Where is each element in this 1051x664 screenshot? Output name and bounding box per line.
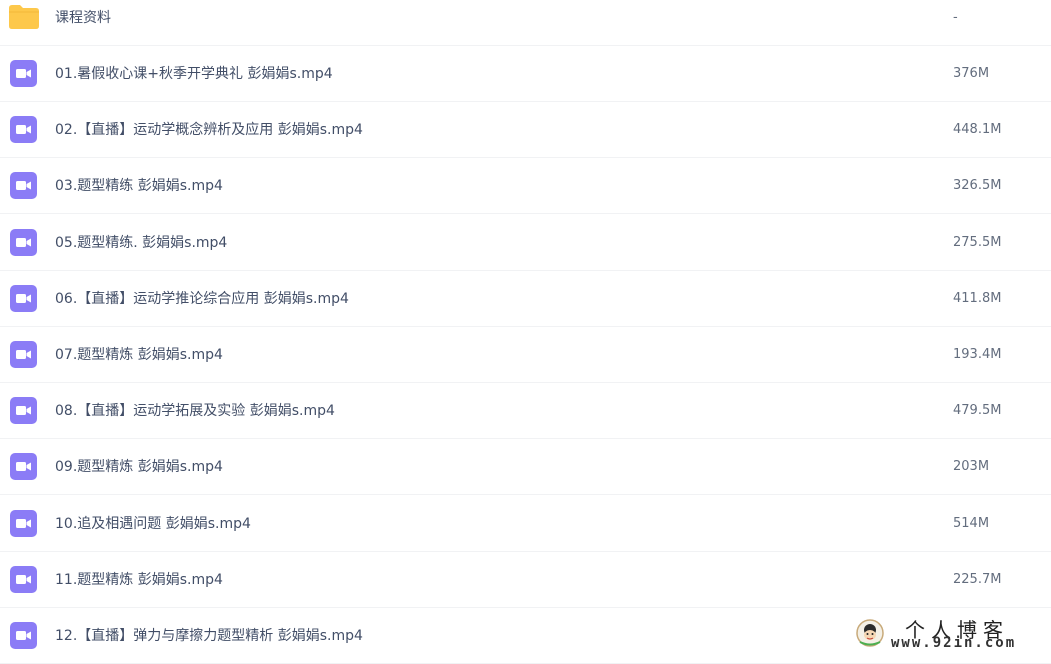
watermark: 个人博客 www.92in.com (847, 614, 1047, 654)
file-list: 课程资料 - 01.暑假收心课+秋季开学典礼 彭娟娟s.mp4376M02.【直… (0, 0, 1051, 656)
video-file-icon (10, 622, 37, 649)
video-file-icon (10, 397, 37, 424)
folder-icon (8, 4, 40, 30)
file-name: 06.【直播】运动学推论综合应用 彭娟娟s.mp4 (55, 271, 349, 327)
file-name: 01.暑假收心课+秋季开学典礼 彭娟娟s.mp4 (55, 46, 333, 102)
file-row[interactable]: 08.【直播】运动学拓展及实验 彭娟娟s.mp4 479.5M (0, 383, 1051, 439)
file-name: 10.追及相遇问题 彭娟娟s.mp4 (55, 496, 251, 552)
file-row[interactable]: 05.题型精练. 彭娟娟s.mp4 275.5M (0, 215, 1051, 271)
video-file-icon (10, 285, 37, 312)
file-size: 376M (953, 46, 989, 102)
file-size: 193.4M (953, 327, 1001, 383)
file-name: 08.【直播】运动学拓展及实验 彭娟娟s.mp4 (55, 383, 335, 439)
video-file-icon (10, 172, 37, 199)
file-size: 275.5M (953, 215, 1001, 271)
watermark-url: www.92in.com (891, 635, 1016, 651)
watermark-avatar-icon (855, 618, 885, 648)
file-name: 03.题型精练 彭娟娟s.mp4 (55, 158, 223, 214)
folder-name: 课程资料 (55, 0, 111, 46)
video-file-icon (10, 453, 37, 480)
file-size: 225.7M (953, 552, 1001, 608)
file-size: 203M (953, 439, 989, 495)
file-row[interactable]: 02.【直播】运动学概念辨析及应用 彭娟娟s.mp4 448.1M (0, 102, 1051, 158)
file-size: 514M (953, 496, 989, 552)
video-file-icon (10, 229, 37, 256)
file-size: 411.8M (953, 271, 1001, 327)
file-row[interactable]: 11.题型精炼 彭娟娟s.mp4 225.7M (0, 552, 1051, 608)
file-row[interactable]: 10.追及相遇问题 彭娟娟s.mp4 514M (0, 496, 1051, 552)
folder-row[interactable]: 课程资料 - (0, 0, 1051, 46)
file-row[interactable]: 01.暑假收心课+秋季开学典礼 彭娟娟s.mp4 376M (0, 46, 1051, 102)
file-name: 02.【直播】运动学概念辨析及应用 彭娟娟s.mp4 (55, 102, 363, 158)
file-row[interactable]: 07.题型精炼 彭娟娟s.mp4 193.4M (0, 327, 1051, 383)
file-name: 05.题型精练. 彭娟娟s.mp4 (55, 215, 227, 271)
video-file-icon (10, 566, 37, 593)
file-row[interactable]: 09.题型精炼 彭娟娟s.mp4 203M (0, 439, 1051, 495)
file-name: 07.题型精炼 彭娟娟s.mp4 (55, 327, 223, 383)
file-size: 448.1M (953, 102, 1001, 158)
file-size: 479.5M (953, 383, 1001, 439)
video-file-icon (10, 60, 37, 87)
file-name: 09.题型精炼 彭娟娟s.mp4 (55, 439, 223, 495)
video-file-icon (10, 510, 37, 537)
file-size: 326.5M (953, 158, 1001, 214)
folder-size: - (953, 0, 958, 46)
file-name: 11.题型精炼 彭娟娟s.mp4 (55, 552, 223, 608)
file-row[interactable]: 06.【直播】运动学推论综合应用 彭娟娟s.mp4 411.8M (0, 271, 1051, 327)
video-file-icon (10, 341, 37, 368)
video-file-icon (10, 116, 37, 143)
file-row[interactable]: 03.题型精练 彭娟娟s.mp4 326.5M (0, 158, 1051, 214)
